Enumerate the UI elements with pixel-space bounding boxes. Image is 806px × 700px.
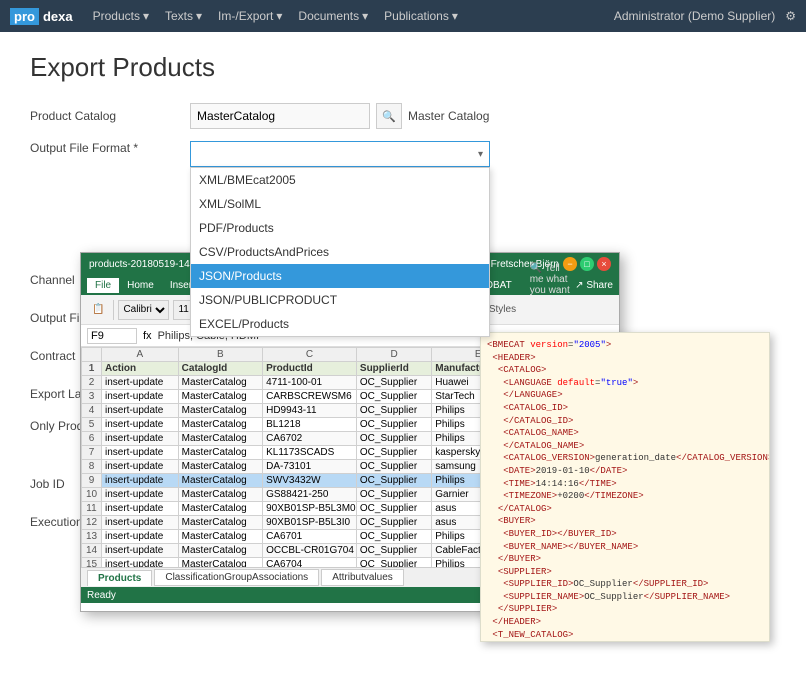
output-file-format-dropdown[interactable]: ▾ xyxy=(190,141,490,167)
settings-icon[interactable]: ⚙ xyxy=(785,9,796,23)
xml-overlay: <BMECAT version="2005"> <HEADER> <CATALO… xyxy=(480,332,770,642)
nav-import-export[interactable]: Im-/Export ▾ xyxy=(218,9,282,23)
excel-menu-file[interactable]: File xyxy=(87,278,119,293)
output-file-format-row: Output File Format * ▾ XML/BMEcat2005 XM… xyxy=(30,141,776,167)
format-option-2[interactable]: PDF/Products xyxy=(191,216,489,240)
col-c-header[interactable]: C xyxy=(263,348,357,362)
nav-products[interactable]: Products ▾ xyxy=(93,9,149,23)
nav-menu: Products ▾ Texts ▾ Im-/Export ▾ Document… xyxy=(93,9,458,23)
product-catalog-control: 🔍 Master Catalog xyxy=(190,103,489,129)
excel-status-ready: Ready xyxy=(87,590,116,601)
logo: prodexa xyxy=(10,8,73,25)
excel-tab-products[interactable]: Products xyxy=(87,570,152,586)
product-catalog-label: Product Catalog xyxy=(30,109,180,123)
nav-right-area: Administrator (Demo Supplier) ⚙ xyxy=(614,9,796,23)
output-file-format-list: XML/BMEcat2005 XML/SolML PDF/Products CS… xyxy=(190,167,490,337)
catalog-display-label: Master Catalog xyxy=(408,109,489,123)
formula-icon: fx xyxy=(143,330,152,342)
format-option-4[interactable]: JSON/Products xyxy=(191,264,489,288)
col-a-header[interactable]: A xyxy=(102,348,179,362)
main-content: Export Products Product Catalog 🔍 Master… xyxy=(0,32,806,700)
toolbar-divider xyxy=(113,300,114,320)
excel-menu-home[interactable]: Home xyxy=(119,278,162,293)
excel-close-button[interactable]: × xyxy=(597,257,611,271)
cell-reference-input[interactable] xyxy=(87,328,137,344)
excel-share-button[interactable]: ↗ Share xyxy=(575,280,613,291)
excel-tab-attributvalues[interactable]: Attributvalues xyxy=(321,569,404,586)
output-file-format-control: ▾ XML/BMEcat2005 XML/SolML PDF/Products … xyxy=(190,141,490,167)
top-navigation: prodexa Products ▾ Texts ▾ Im-/Export ▾ … xyxy=(0,0,806,32)
product-catalog-input[interactable] xyxy=(190,103,370,129)
xml-content: <BMECAT version="2005"> <HEADER> <CATALO… xyxy=(487,339,763,642)
excel-tab-classification[interactable]: ClassificationGroupAssociations xyxy=(154,569,319,586)
format-option-0[interactable]: XML/BMEcat2005 xyxy=(191,168,489,192)
col-d-header[interactable]: D xyxy=(356,348,431,362)
nav-publications[interactable]: Publications ▾ xyxy=(384,9,458,23)
product-catalog-search-button[interactable]: 🔍 xyxy=(376,103,402,129)
col-b-header[interactable]: B xyxy=(178,348,262,362)
excel-maximize-button[interactable]: □ xyxy=(580,257,594,271)
format-option-5[interactable]: JSON/PUBLICPRODUCT xyxy=(191,288,489,312)
nav-texts[interactable]: Texts ▾ xyxy=(165,9,202,23)
font-family-select[interactable]: Calibri xyxy=(118,300,169,320)
dropdown-arrow-icon: ▾ xyxy=(478,149,483,160)
excel-paste-btn[interactable]: 📋 xyxy=(87,301,109,318)
page-title: Export Products xyxy=(30,52,776,83)
nav-documents[interactable]: Documents ▾ xyxy=(298,9,368,23)
format-option-1[interactable]: XML/SolML xyxy=(191,192,489,216)
output-file-format-label: Output File Format * xyxy=(30,141,180,155)
format-option-3[interactable]: CSV/ProductsAndPrices xyxy=(191,240,489,264)
row-header-col xyxy=(82,348,102,362)
product-catalog-row: Product Catalog 🔍 Master Catalog xyxy=(30,103,776,129)
format-option-6[interactable]: EXCEL/Products xyxy=(191,312,489,336)
current-user: Administrator (Demo Supplier) xyxy=(614,9,775,23)
